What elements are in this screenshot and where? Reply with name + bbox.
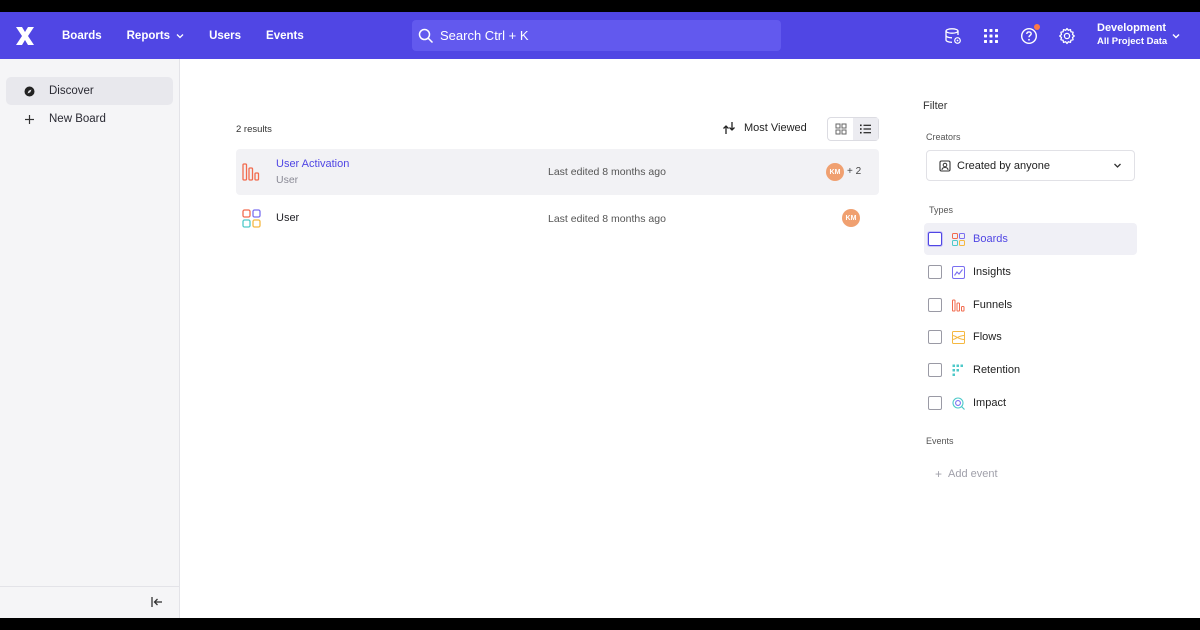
retention-icon [951, 363, 965, 377]
item-title[interactable]: User Activation [276, 158, 349, 170]
type-label: Flows [973, 331, 1002, 343]
insights-icon [951, 265, 965, 279]
sidebar-footer [0, 586, 179, 618]
flows-icon [951, 330, 965, 344]
item-title[interactable]: User [276, 212, 299, 224]
sidebar-item-label: New Board [49, 113, 106, 125]
logo-icon[interactable] [14, 25, 36, 47]
checkbox[interactable] [928, 396, 942, 410]
type-label: Insights [973, 266, 1011, 278]
search-placeholder: Search Ctrl + K [440, 28, 529, 43]
sidebar: Discover New Board [0, 59, 180, 618]
checkbox[interactable] [928, 363, 942, 377]
compass-icon [22, 86, 36, 97]
chevron-down-icon [1114, 163, 1121, 168]
data-stack-icon[interactable] [944, 27, 962, 45]
search-icon [418, 28, 434, 43]
grid-view-icon [835, 123, 846, 135]
sidebar-item-discover[interactable]: Discover [6, 77, 173, 105]
avatar: KM [826, 163, 844, 181]
board-grid-icon [242, 209, 261, 228]
list-item[interactable]: User Activation User Last edited 8 month… [236, 149, 879, 195]
type-label: Funnels [973, 299, 1013, 311]
item-subtitle: User [276, 174, 299, 186]
avatar: KM [842, 209, 860, 227]
creators-label: Creators [926, 132, 961, 142]
types-label: Types [929, 205, 954, 215]
type-label: Impact [973, 397, 1007, 409]
checkbox[interactable] [928, 298, 942, 312]
plus-icon: + [935, 467, 943, 481]
creators-select[interactable]: Created by anyone [926, 150, 1135, 181]
help-icon[interactable] [1020, 24, 1040, 45]
type-filter-boards[interactable]: Boards [924, 223, 1137, 255]
results-count: 2 results [236, 124, 272, 135]
funnels-icon [951, 298, 965, 312]
nav-reports[interactable]: Reports [127, 30, 184, 42]
item-last-edited: Last edited 8 months ago [548, 166, 666, 178]
project-name: Development [1097, 22, 1167, 34]
filter-title: Filter [923, 100, 948, 112]
notification-dot [1034, 24, 1040, 30]
more-collaborators: + 2 [847, 166, 862, 177]
type-label: Retention [973, 364, 1021, 376]
type-filter-impact[interactable]: Impact [924, 387, 1137, 419]
collapse-sidebar-icon[interactable] [150, 595, 164, 609]
nav-events[interactable]: Events [266, 30, 304, 42]
settings-icon[interactable] [1058, 27, 1076, 45]
type-filter-funnels[interactable]: Funnels [924, 289, 1137, 321]
sort-label: Most Viewed [744, 122, 807, 134]
checkbox[interactable] [928, 265, 942, 279]
funnel-chart-icon [242, 163, 260, 181]
sort-dropdown[interactable]: Most Viewed [722, 121, 807, 135]
sort-icon [723, 122, 735, 134]
project-sub: All Project Data [1097, 36, 1168, 47]
events-label: Events [926, 436, 954, 446]
boards-icon [951, 232, 965, 246]
item-last-edited: Last edited 8 months ago [548, 213, 666, 225]
type-label: Boards [973, 233, 1008, 245]
sidebar-item-new-board[interactable]: New Board [6, 105, 173, 133]
project-switcher[interactable]: Development All Project Data [1097, 22, 1167, 48]
view-toggle [827, 117, 879, 141]
app-grid-icon[interactable] [982, 27, 1000, 45]
top-nav: Boards Reports Users Events Search Ctrl … [0, 12, 1200, 59]
checkbox[interactable] [928, 232, 942, 246]
nav-boards[interactable]: Boards [62, 30, 102, 42]
add-event-label: Add event [948, 468, 998, 480]
grid-view-button[interactable] [828, 118, 853, 140]
type-filter-insights[interactable]: Insights [924, 256, 1137, 288]
creators-value: Created by anyone [957, 159, 1050, 172]
type-filter-retention[interactable]: Retention [924, 354, 1137, 386]
user-badge-icon [939, 159, 951, 172]
sidebar-item-label: Discover [49, 85, 94, 97]
list-view-button[interactable] [853, 118, 878, 140]
type-filter-flows[interactable]: Flows [924, 321, 1137, 353]
list-view-icon [860, 124, 871, 134]
search-input[interactable]: Search Ctrl + K [412, 20, 781, 51]
add-event-button[interactable]: + Add event [935, 467, 998, 481]
impact-icon [951, 396, 965, 410]
chevron-down-icon[interactable] [1171, 31, 1181, 41]
chevron-down-icon [176, 33, 184, 38]
nav-users[interactable]: Users [209, 30, 241, 42]
list-item[interactable]: User Last edited 8 months ago KM [236, 196, 879, 242]
app-window: Boards Reports Users Events Search Ctrl … [0, 12, 1200, 618]
checkbox[interactable] [928, 330, 942, 344]
plus-icon [22, 114, 36, 125]
